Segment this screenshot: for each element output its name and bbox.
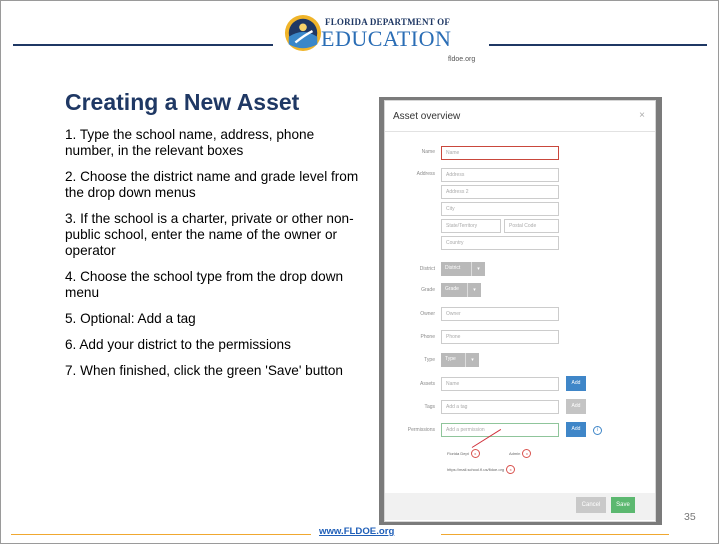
chevron-down-icon: ▾ <box>471 262 485 276</box>
info-icon[interactable]: i <box>593 426 602 435</box>
page-number: 35 <box>684 511 696 523</box>
district-label: District <box>419 266 435 272</box>
permission-entry-text: Admin <box>509 451 521 456</box>
step-item: 4. Choose the school type from the drop … <box>65 269 344 300</box>
asset-overview-dialog: Asset overview × Name Name Address Addre… <box>384 100 656 522</box>
step-list: 1. Type the school name, address, phone … <box>65 127 365 389</box>
step-item: 1. Type the school name, address, phone … <box>65 127 315 158</box>
remove-permission-icon[interactable]: x <box>522 449 532 458</box>
permission-entry: Florida Dept x <box>447 449 480 458</box>
assets-add-button[interactable]: Add <box>566 376 586 391</box>
chevron-down-icon: ▾ <box>467 283 481 297</box>
state-input[interactable]: State/Territory <box>441 219 501 233</box>
step-item: 7. When finished, click the green 'Save'… <box>65 363 343 378</box>
header-rule-left <box>13 44 273 46</box>
tags-input[interactable]: Add a tag <box>441 400 559 414</box>
footer-rule-left <box>11 534 311 535</box>
footer-rule-right <box>441 534 669 535</box>
header-rule-right <box>489 44 707 46</box>
phone-input[interactable]: Phone <box>441 330 559 344</box>
assets-label: Assets <box>419 381 435 387</box>
dialog-divider <box>385 131 655 132</box>
save-button[interactable]: Save <box>611 497 635 513</box>
owner-input[interactable]: Owner <box>441 307 559 321</box>
remove-permission-icon[interactable]: x <box>470 449 480 458</box>
tags-add-button[interactable]: Add <box>566 399 586 414</box>
name-input[interactable]: Name <box>441 146 559 160</box>
permission-entry: Admin x <box>509 449 532 458</box>
permissions-add-button[interactable]: Add <box>566 422 586 437</box>
country-input[interactable]: Country <box>441 236 559 250</box>
permission-entry-text: https://mail.school.fl.us/fldoe.org <box>447 467 505 472</box>
footer-link[interactable]: www.FLDOE.org <box>319 526 394 537</box>
postal-code-input[interactable]: Postal Code <box>504 219 559 233</box>
grade-label: Grade <box>421 287 435 293</box>
address2-input[interactable]: Address 2 <box>441 185 559 199</box>
permissions-label: Permissions <box>407 427 435 433</box>
step-item: 6. Add your district to the permissions <box>65 337 291 352</box>
step-item: 5. Optional: Add a tag <box>65 311 196 326</box>
city-input[interactable]: City <box>441 202 559 216</box>
slide-title: Creating a New Asset <box>65 89 300 115</box>
logo-main-text: EDUCATION <box>321 26 452 51</box>
fldoe-seal-icon <box>284 14 322 52</box>
step-item: 2. Choose the district name and grade le… <box>65 169 359 200</box>
permission-entry: https://mail.school.fl.us/fldoe.org x <box>447 465 516 474</box>
type-label: Type <box>424 357 435 363</box>
owner-label: Owner <box>420 311 435 317</box>
logo-sub-text: fldoe.org <box>448 56 476 63</box>
dialog-title: Asset overview <box>393 111 461 122</box>
grade-dropdown[interactable]: Grade ▾ <box>441 283 481 297</box>
address-label: Address <box>416 171 435 177</box>
type-dropdown[interactable]: Type ▾ <box>441 353 479 367</box>
tags-label: Tags <box>424 404 435 410</box>
permission-entry-text: Florida Dept <box>447 451 469 456</box>
phone-label: Phone <box>420 334 435 340</box>
step-item: 3. If the school is a charter, private o… <box>65 211 354 258</box>
type-value: Type <box>445 356 456 362</box>
close-icon[interactable]: × <box>639 110 645 121</box>
cancel-button[interactable]: Cancel <box>576 497 606 513</box>
slide: Florida Department of EDUCATION fldoe.or… <box>0 0 719 544</box>
district-value: District <box>445 265 461 271</box>
grade-value: Grade <box>445 286 459 292</box>
assets-input[interactable]: Name <box>441 377 559 391</box>
address-input[interactable]: Address <box>441 168 559 182</box>
chevron-down-icon: ▾ <box>465 353 479 367</box>
name-label: Name <box>421 149 435 155</box>
remove-permission-icon[interactable]: x <box>506 465 516 474</box>
district-dropdown[interactable]: District ▾ <box>441 262 485 276</box>
